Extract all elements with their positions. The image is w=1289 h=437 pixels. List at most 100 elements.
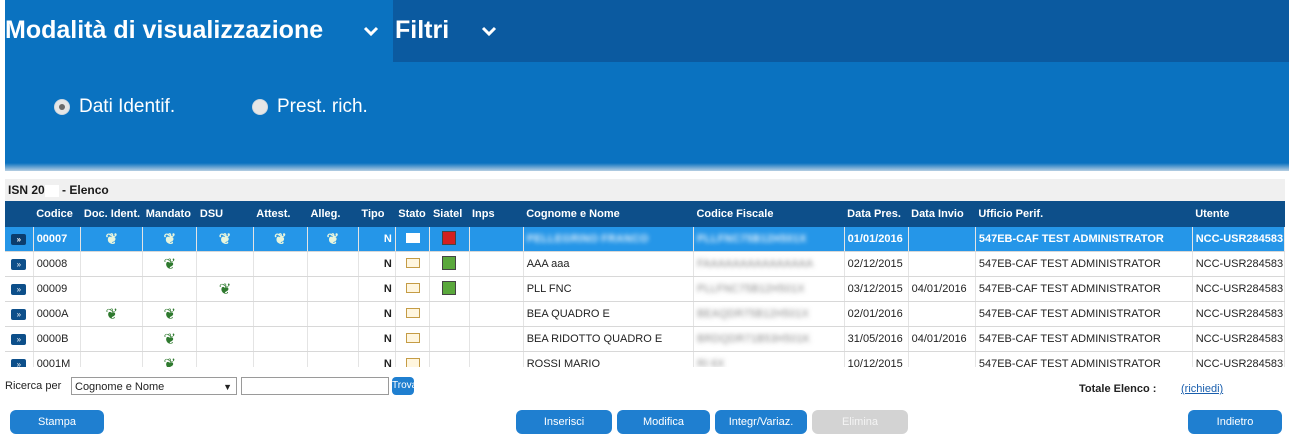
- cell-nome: PLL FNC: [523, 276, 694, 302]
- indietro-button[interactable]: Indietro: [1188, 410, 1282, 434]
- cell-attest: ❦: [253, 227, 308, 252]
- col-header-mandato[interactable]: Mandato: [142, 201, 197, 227]
- document-ok-icon[interactable]: ❦: [219, 232, 232, 247]
- radio-prest-rich[interactable]: Prest. rich.: [253, 96, 368, 118]
- nome-value: BEA QUADRO E: [526, 308, 610, 320]
- row-open-button[interactable]: »: [11, 234, 27, 245]
- envelope-icon[interactable]: [405, 307, 420, 318]
- table-row[interactable]: » 00007 ❦ ❦ ❦ ❦ ❦ N PELLEGRINO FRANCO PLLFNC75B12…: [5, 227, 1285, 252]
- row-open-button[interactable]: »: [11, 259, 27, 270]
- display-mode-title[interactable]: Modalità di visualizzazione: [5, 16, 323, 45]
- envelope-icon[interactable]: [405, 257, 420, 268]
- col-header-codice-fiscale[interactable]: Codice Fiscale: [693, 201, 845, 227]
- envelope-icon[interactable]: [405, 332, 420, 343]
- chevron-down-icon[interactable]: [480, 22, 498, 40]
- cell-doc-ident: ❦: [80, 301, 144, 327]
- document-ok-icon[interactable]: ❦: [219, 282, 232, 297]
- row-open-cell[interactable]: »: [5, 251, 34, 277]
- ufficio-value: 547EB-CAF TEST ADMINISTRATOR: [978, 283, 1161, 295]
- col-header-cognome-nome[interactable]: Cognome e Nome: [523, 201, 694, 227]
- cell-mandato: ❦: [142, 301, 198, 327]
- cell-codice: 0000B: [33, 326, 82, 352]
- codice-value: 00008: [36, 258, 68, 270]
- radio-unchecked-icon[interactable]: [253, 100, 267, 114]
- row-open-cell[interactable]: »: [5, 351, 34, 367]
- tipo-value: N: [383, 283, 392, 295]
- row-open-cell[interactable]: »: [5, 301, 34, 327]
- list-viewport[interactable]: Codice Doc. Ident. Mandato DSU Attest. A…: [5, 201, 1285, 367]
- table-row[interactable]: » 00009 ❦ N PLL FNC PLLFNC75B12H501X 03/12/201…: [5, 276, 1285, 302]
- document-ok-icon[interactable]: ❦: [164, 357, 177, 368]
- col-header-tipo[interactable]: Tipo: [358, 201, 396, 227]
- nome-value: PLL FNC: [526, 283, 572, 295]
- document-ok-icon[interactable]: ❦: [164, 232, 177, 247]
- col-header-ufficio[interactable]: Ufficio Perif.: [975, 201, 1193, 227]
- codice-value: 0001M: [36, 358, 71, 367]
- row-open-button[interactable]: »: [11, 359, 27, 367]
- integr-variaz-button[interactable]: Integr/Variaz.: [715, 410, 807, 434]
- col-header-attest[interactable]: Attest.: [253, 201, 308, 227]
- col-header-data-invio[interactable]: Data Invio: [908, 201, 976, 227]
- search-input[interactable]: [241, 377, 389, 395]
- table-row[interactable]: » 0000A ❦ ❦ N BEA QUADRO E BEAQDR75B12H501X 02/…: [5, 301, 1285, 327]
- trova-button[interactable]: Trova: [392, 377, 417, 395]
- cell-attest: [253, 301, 308, 327]
- document-ok-icon[interactable]: ❦: [327, 232, 340, 247]
- cell-inps: [469, 351, 524, 367]
- row-open-button[interactable]: »: [11, 284, 27, 295]
- cell-codice: 00008: [33, 251, 82, 277]
- utente-value: NCC-USR284583: [1195, 308, 1284, 320]
- col-header-doc-ident[interactable]: Doc. Ident.: [80, 201, 143, 227]
- row-open-cell[interactable]: »: [5, 276, 34, 302]
- cell-nome: BEA QUADRO E: [523, 301, 694, 327]
- document-ok-icon[interactable]: ❦: [106, 232, 119, 247]
- col-header-stato[interactable]: Stato: [395, 201, 430, 227]
- col-header-data-pres[interactable]: Data Pres.: [844, 201, 909, 227]
- search-field-select[interactable]: Cognome e Nome ▼: [71, 377, 237, 395]
- row-open-button[interactable]: »: [11, 334, 27, 345]
- siatel-green-flag-icon[interactable]: [442, 255, 457, 270]
- cell-dsu: ❦: [196, 276, 254, 302]
- cell-ufficio: 547EB-CAF TEST ADMINISTRATOR: [975, 326, 1193, 352]
- dropdown-caret-icon[interactable]: ▼: [223, 378, 232, 396]
- document-ok-icon[interactable]: ❦: [164, 257, 177, 272]
- document-ok-icon[interactable]: ❦: [164, 307, 177, 322]
- table-row[interactable]: » 0000B ❦ N BEA RIDOTTO QUADRO E BRDQDR71B53H…: [5, 326, 1285, 352]
- envelope-icon[interactable]: [405, 282, 420, 293]
- siatel-red-flag-icon[interactable]: [442, 230, 457, 245]
- envelope-icon[interactable]: [405, 357, 420, 367]
- col-header-inps[interactable]: Inps: [469, 201, 524, 227]
- filters-title[interactable]: Filtri: [395, 16, 449, 45]
- radio-checked-icon[interactable]: [55, 100, 69, 114]
- col-header-alleg[interactable]: Alleg.: [307, 201, 359, 227]
- chevron-down-icon[interactable]: [362, 22, 380, 40]
- richiedi-link[interactable]: (richiedi): [1181, 383, 1223, 395]
- cell-nome: BEA RIDOTTO QUADRO E: [523, 326, 694, 352]
- cell-dsu: ❦: [196, 227, 254, 252]
- radio-dati-identif[interactable]: Dati Identif.: [55, 96, 175, 118]
- document-ok-icon[interactable]: ❦: [106, 307, 119, 322]
- table-header-row: Codice Doc. Ident. Mandato DSU Attest. A…: [5, 201, 1285, 227]
- ufficio-value: 547EB-CAF TEST ADMINISTRATOR: [978, 333, 1161, 345]
- stampa-button[interactable]: Stampa: [10, 410, 104, 434]
- table-row[interactable]: » 00008 ❦ N AAA aaa FAAAAAAAAAAAAAAA 02/12/201…: [5, 251, 1285, 277]
- document-ok-icon[interactable]: ❦: [164, 332, 177, 347]
- cell-siatel: [429, 251, 470, 277]
- document-ok-icon[interactable]: ❦: [274, 232, 287, 247]
- row-open-cell[interactable]: »: [5, 326, 34, 352]
- col-header-dsu[interactable]: DSU: [196, 201, 254, 227]
- modifica-button[interactable]: Modifica: [617, 410, 710, 434]
- envelope-icon[interactable]: [405, 232, 420, 243]
- col-header-siatel[interactable]: Siatel: [429, 201, 469, 227]
- col-header-codice[interactable]: Codice: [33, 201, 81, 227]
- col-header-utente[interactable]: Utente: [1192, 201, 1285, 227]
- data-pres-value: 03/12/2015: [847, 283, 903, 295]
- table-row[interactable]: » 0001M ❦ N ROSSI MARIO RI 6X 10/12/2015 547EB-…: [5, 351, 1285, 368]
- utente-value: NCC-USR284583: [1195, 233, 1284, 245]
- row-open-button[interactable]: »: [11, 309, 27, 320]
- siatel-green-flag-icon[interactable]: [442, 280, 457, 295]
- cell-utente: NCC-USR284583: [1192, 326, 1285, 352]
- row-open-cell[interactable]: »: [5, 227, 34, 252]
- cell-stato: [395, 227, 431, 252]
- inserisci-button[interactable]: Inserisci: [516, 410, 612, 434]
